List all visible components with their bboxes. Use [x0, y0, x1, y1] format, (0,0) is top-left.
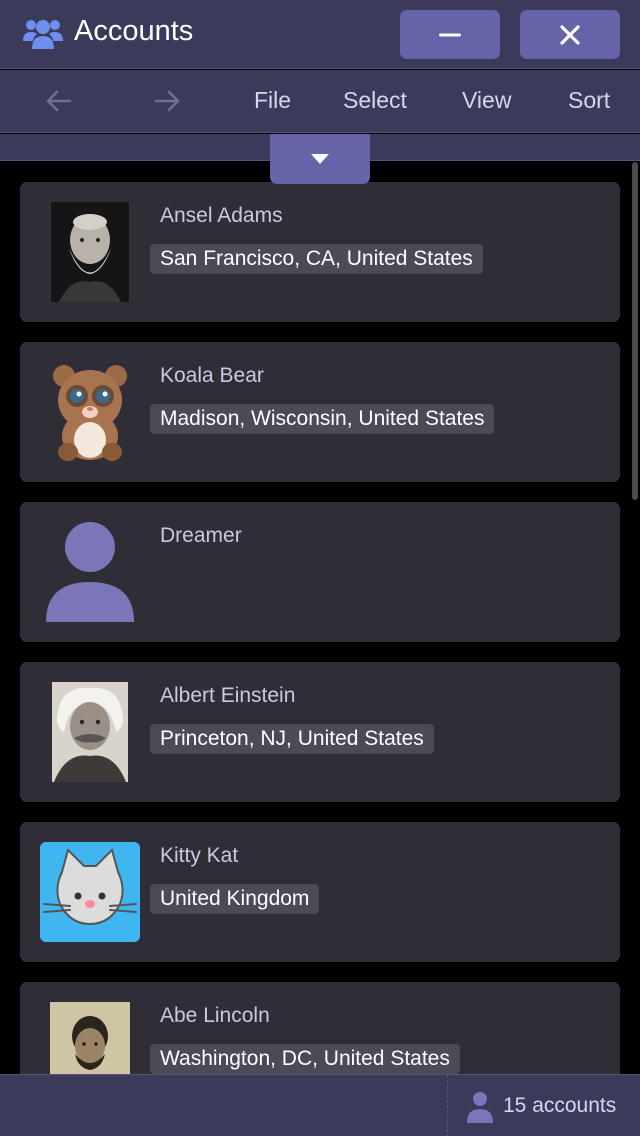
account-name: Koala Bear: [160, 364, 264, 387]
close-button[interactable]: [520, 10, 620, 59]
account-name: Albert Einstein: [160, 684, 296, 707]
title-bar: Accounts: [0, 0, 640, 69]
menu-sort[interactable]: Sort: [568, 87, 610, 114]
status-bar: 15 accounts: [0, 1074, 640, 1136]
menu-view[interactable]: View: [462, 87, 511, 114]
users-icon: [23, 20, 63, 49]
account-name: Dreamer: [160, 524, 242, 547]
avatar: [40, 842, 140, 942]
avatar: [40, 202, 140, 302]
account-name: Ansel Adams: [160, 204, 283, 227]
account-location: Madison, Wisconsin, United States: [150, 404, 495, 434]
arrow-left-icon: [46, 90, 72, 112]
back-button[interactable]: [42, 84, 76, 118]
account-list: Ansel Adams San Francisco, CA, United St…: [0, 162, 640, 1074]
account-card[interactable]: Albert Einstein Princeton, NJ, United St…: [20, 662, 620, 802]
minimize-icon: [439, 33, 461, 36]
account-location: San Francisco, CA, United States: [150, 244, 483, 274]
menu-select[interactable]: Select: [343, 87, 407, 114]
minimize-button[interactable]: [400, 10, 500, 59]
avatar: [40, 1002, 140, 1074]
status-divider: [447, 1075, 448, 1136]
forward-button[interactable]: [150, 84, 184, 118]
window-title: Accounts: [74, 15, 194, 47]
avatar: [40, 522, 140, 622]
avatar: [40, 362, 140, 462]
account-name: Kitty Kat: [160, 844, 239, 867]
account-card[interactable]: Koala Bear Madison, Wisconsin, United St…: [20, 342, 620, 482]
user-icon: [467, 1092, 493, 1123]
expand-toolbar-button[interactable]: [270, 134, 370, 184]
menu-file[interactable]: File: [254, 87, 291, 114]
portrait-photo: [51, 202, 129, 302]
koala-avatar-icon: [53, 365, 127, 461]
account-card[interactable]: Dreamer: [20, 502, 620, 642]
avatar: [40, 682, 140, 782]
default-user-avatar-icon: [46, 522, 134, 622]
menu-bar: File Select View Sort: [0, 70, 640, 133]
cat-avatar-icon: [40, 842, 140, 942]
account-location: Princeton, NJ, United States: [150, 724, 434, 754]
account-name: Abe Lincoln: [160, 1004, 270, 1027]
arrow-right-icon: [154, 90, 180, 112]
list-scrollbar[interactable]: [632, 162, 638, 500]
account-card[interactable]: Abe Lincoln Washington, DC, United State…: [20, 982, 620, 1074]
account-location: United Kingdom: [150, 884, 320, 914]
account-card[interactable]: Ansel Adams San Francisco, CA, United St…: [20, 182, 620, 322]
portrait-photo: [50, 1002, 130, 1074]
portrait-photo: [52, 682, 128, 782]
caret-down-icon: [311, 154, 329, 164]
account-count: 15 accounts: [503, 1094, 617, 1117]
account-location: Washington, DC, United States: [150, 1044, 460, 1074]
close-icon: [560, 24, 580, 45]
account-card[interactable]: Kitty Kat United Kingdom: [20, 822, 620, 962]
